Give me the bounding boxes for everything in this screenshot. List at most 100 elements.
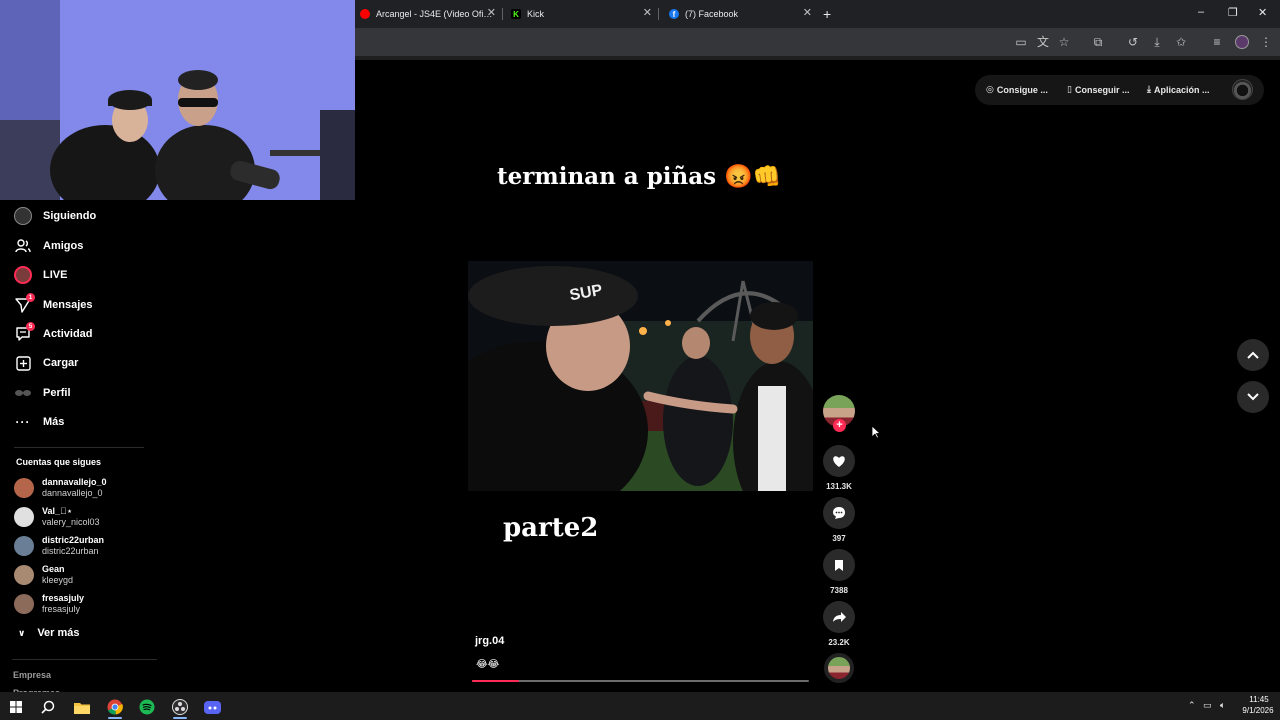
cast-icon[interactable]: ▭	[1014, 35, 1028, 49]
sidebar-item-friends[interactable]: Amigos	[14, 235, 83, 257]
more-icon: ···	[15, 415, 31, 429]
windows-taskbar	[0, 692, 1280, 720]
network-icon[interactable]: ▭	[1203, 700, 1212, 711]
following-account[interactable]: fresasjuly fresasjuly	[14, 590, 84, 618]
post-author[interactable]: jrg.04	[475, 635, 504, 647]
windows-start-icon[interactable]	[5, 696, 27, 718]
friends-icon	[14, 237, 32, 255]
following-account[interactable]: Val_ ⋆ valery_nicol03	[14, 503, 100, 531]
save-count: 7388	[830, 586, 848, 595]
minimize-button[interactable]: –	[1198, 6, 1204, 18]
video-progress-bar[interactable]	[472, 680, 809, 682]
following-account[interactable]: distric22urban distric22urban	[14, 532, 104, 560]
sidebar-item-messages[interactable]: 1 Mensajes	[14, 293, 93, 316]
tab-facebook[interactable]: f (7) Facebook ✕	[661, 0, 818, 28]
sidebar-divider	[14, 447, 144, 448]
desktop-app-button[interactable]: ⤓ Aplicación ...	[1147, 84, 1210, 95]
extensions-icon[interactable]: ⧉	[1091, 35, 1105, 49]
favorites-icon[interactable]: ✩	[1174, 35, 1188, 49]
profile-icon[interactable]	[1235, 35, 1249, 49]
file-explorer-icon[interactable]	[71, 696, 93, 718]
messages-icon: 1	[14, 293, 35, 314]
share-button[interactable]	[823, 601, 855, 633]
discord-icon[interactable]	[201, 696, 223, 718]
account-name: dannavallejo_0	[42, 477, 107, 487]
get-coins-label: Consigue ...	[996, 84, 1048, 95]
see-more-button[interactable]: ∨ Ver más	[18, 627, 80, 639]
clock-date[interactable]: 9/1/2026	[1239, 706, 1277, 715]
kebab-menu-icon[interactable]: ⋮	[1259, 35, 1273, 49]
close-tab-icon[interactable]: ✕	[643, 8, 652, 19]
restore-button[interactable]: ❐	[1228, 6, 1238, 19]
tab-title: Kick	[527, 9, 545, 19]
facebook-icon: f	[669, 9, 679, 19]
sidebar-divider	[12, 659, 157, 660]
clock-time[interactable]: 11:45	[1246, 695, 1272, 704]
account-username: fresasjuly	[42, 604, 81, 614]
sidebar-item-activity[interactable]: 5 Actividad	[14, 322, 93, 345]
sidebar-item-label: Siguiendo	[43, 210, 97, 222]
save-button[interactable]	[823, 549, 855, 581]
following-account[interactable]: Gean kleeygd	[14, 561, 73, 589]
comment-button[interactable]	[823, 497, 855, 529]
see-more-label: Ver más	[37, 627, 80, 639]
translate-icon[interactable]: 文	[1036, 35, 1050, 49]
mouse-cursor-icon	[871, 425, 882, 444]
following-account[interactable]: dannavallejo_0 dannavallejo_0	[14, 474, 107, 502]
chevron-up-icon[interactable]: ⌃	[1188, 700, 1196, 711]
youtube-icon	[360, 9, 370, 19]
heart-icon	[833, 455, 845, 467]
history-icon[interactable]: ↺	[1126, 35, 1140, 49]
sidebar-item-following[interactable]: Siguiendo	[14, 205, 96, 227]
chevron-down-icon: ∨	[18, 627, 26, 638]
chevron-up-icon	[1247, 351, 1259, 359]
unread-badge: 1	[26, 293, 35, 302]
music-disc[interactable]	[824, 653, 854, 683]
sidebar-item-label: Más	[43, 416, 65, 428]
sidebar-item-label: Mensajes	[43, 299, 93, 311]
close-tab-icon[interactable]: ✕	[487, 8, 496, 19]
chrome-icon[interactable]	[104, 696, 126, 718]
new-tab-button[interactable]: +	[823, 6, 831, 22]
bookmark-star-icon[interactable]: ☆	[1057, 35, 1071, 49]
user-avatar[interactable]	[1232, 79, 1253, 100]
close-window-button[interactable]: ✕	[1258, 6, 1267, 19]
get-coins-button[interactable]: ◎ Consigue ...	[986, 84, 1048, 95]
tab-kick[interactable]: K Kick ✕	[503, 0, 658, 28]
search-icon[interactable]	[37, 696, 59, 718]
sidebar-item-label: Perfil	[43, 387, 71, 399]
kick-icon: K	[511, 9, 521, 19]
sidebar-item-label: Actividad	[43, 328, 93, 340]
sidebar-item-live[interactable]: LIVE	[14, 264, 67, 286]
previous-video-button[interactable]	[1237, 339, 1269, 371]
reading-list-icon[interactable]: ≡	[1210, 35, 1224, 49]
sidebar-item-upload[interactable]: Cargar	[14, 352, 78, 374]
download-icon[interactable]: ⤓	[1150, 35, 1164, 49]
next-video-button[interactable]	[1237, 381, 1269, 413]
footer-link-company[interactable]: Empresa	[13, 670, 51, 680]
tab-youtube[interactable]: Arcangel - JS4E (Video Oficial) | ✕	[352, 0, 502, 28]
sidebar-item-more[interactable]: ··· Más	[14, 411, 65, 433]
webcam-overlay	[0, 0, 355, 200]
account-name: Gean	[42, 564, 65, 574]
obs-icon[interactable]	[169, 696, 191, 718]
avatar	[14, 565, 34, 585]
coin-icon: ◎	[986, 84, 994, 94]
account-name: Val_ ⋆	[42, 506, 73, 516]
get-app-button[interactable]: ▯ Conseguir ...	[1067, 84, 1129, 95]
avatar	[14, 536, 34, 556]
get-app-label: Conseguir ...	[1074, 84, 1130, 95]
follow-plus-icon[interactable]: +	[833, 419, 846, 432]
post-description: 😂😂	[476, 659, 500, 670]
video-progress-fill	[472, 680, 520, 682]
volume-icon[interactable]: 🔈︎	[1220, 700, 1225, 711]
tab-title: (7) Facebook	[685, 9, 739, 19]
video-player[interactable]: SUP	[468, 261, 813, 491]
profile-icon	[14, 384, 32, 402]
like-button[interactable]	[823, 445, 855, 477]
account-username: distric22urban	[42, 546, 99, 556]
sidebar-item-label: LIVE	[43, 269, 68, 281]
sidebar-item-profile[interactable]: Perfil	[14, 382, 71, 404]
spotify-icon[interactable]	[136, 696, 158, 718]
close-tab-icon[interactable]: ✕	[803, 8, 812, 19]
